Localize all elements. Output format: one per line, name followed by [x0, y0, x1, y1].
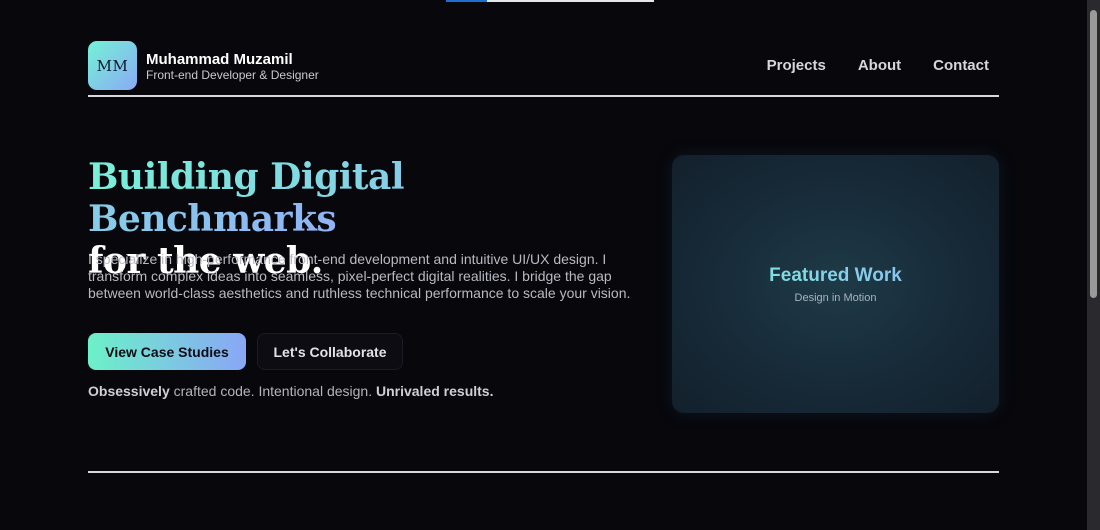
nav-link-projects[interactable]: Projects [767, 57, 826, 74]
tagline-bold-1: Obsessively [88, 383, 170, 399]
nav-link-about[interactable]: About [858, 57, 901, 74]
hero-description: I specialize in high-performance front-e… [88, 251, 631, 301]
featured-work-subtitle: Design in Motion [794, 292, 877, 304]
lets-collaborate-button[interactable]: Let's Collaborate [257, 333, 403, 370]
section-divider [88, 471, 999, 473]
main-nav: Projects About Contact [767, 57, 989, 74]
nav-link-contact[interactable]: Contact [933, 57, 989, 74]
page-load-progress [446, 0, 654, 2]
tagline-bold-2: Unrivaled results. [375, 383, 494, 399]
site-header: MM Muhammad Muzamil Front-end Developer … [88, 41, 999, 97]
scrollbar-thumb[interactable] [1090, 10, 1097, 298]
brand-name: Muhammad Muzamil [146, 51, 293, 68]
hero-tagline: Obsessively crafted code. Intentional de… [88, 383, 493, 399]
tagline-text: crafted code. Intentional design. [169, 383, 376, 399]
hero-title-highlight: Building Digital Benchmarks [88, 156, 405, 240]
view-case-studies-button[interactable]: View Case Studies [88, 333, 246, 370]
scrollbar[interactable] [1087, 0, 1100, 530]
featured-work-card[interactable]: Featured Work Design in Motion [672, 155, 999, 413]
logo-badge[interactable]: MM [88, 41, 137, 90]
featured-work-title: Featured Work [672, 265, 999, 287]
brand-subtitle: Front-end Developer & Designer [146, 68, 319, 82]
